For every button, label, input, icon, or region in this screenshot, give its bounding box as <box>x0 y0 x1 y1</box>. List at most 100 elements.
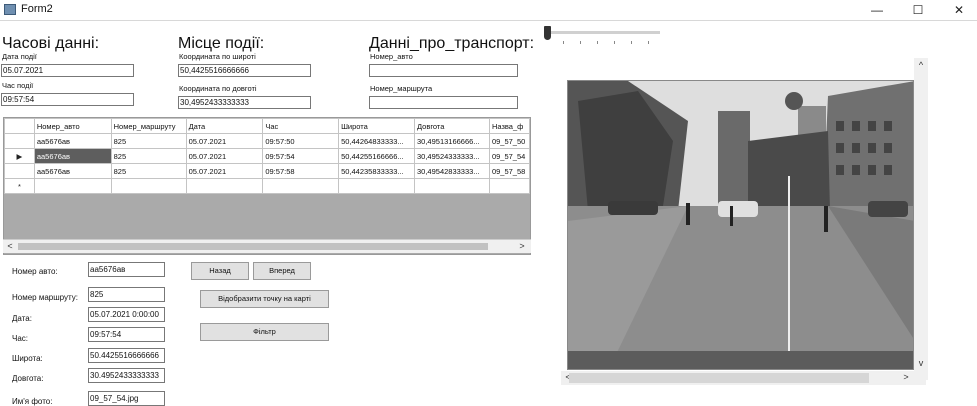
car-number-input[interactable] <box>369 64 518 77</box>
route-detail-label: Номер маршруту: <box>12 293 78 302</box>
event-time-input[interactable]: 09:57:54 <box>1 93 134 106</box>
table-cell[interactable] <box>185 178 264 194</box>
minimize-button[interactable]: — <box>862 0 892 20</box>
photo-slider-track[interactable] <box>550 31 660 34</box>
table-cell[interactable] <box>110 178 187 194</box>
new-row-marker[interactable]: * <box>4 178 35 194</box>
slider-tick <box>648 41 649 44</box>
form-icon <box>4 4 16 15</box>
table-cell[interactable]: 09:57:58 <box>262 163 340 179</box>
table-cell[interactable]: 825 <box>110 148 187 164</box>
scroll-up-icon[interactable]: ^ <box>914 60 928 70</box>
table-cell[interactable]: 09_57_50 <box>488 133 530 149</box>
table-cell[interactable]: 825 <box>110 163 187 179</box>
records-grid[interactable]: Номер_авто Номер_маршруту Дата Час Широт… <box>3 117 531 255</box>
scroll-left-icon[interactable]: < <box>3 241 17 251</box>
table-cell[interactable]: 05.07.2021 <box>185 148 264 164</box>
close-button[interactable]: ✕ <box>944 0 974 20</box>
forward-button[interactable]: Вперед <box>253 262 311 280</box>
column-header[interactable]: Широта <box>338 118 415 134</box>
table-row[interactable]: аа5676ав 825 05.07.2021 09:57:58 50,4423… <box>4 163 530 179</box>
photo-name-detail-label: Им'я фото: <box>12 397 53 406</box>
column-header[interactable]: Номер_авто <box>33 118 112 134</box>
grid-scroll-thumb[interactable] <box>18 243 488 250</box>
table-row[interactable]: аа5676ав 825 05.07.2021 09:57:50 50,4426… <box>4 133 530 149</box>
slider-tick <box>580 41 581 44</box>
records-table: Номер_авто Номер_маршруту Дата Час Широт… <box>4 118 530 194</box>
table-cell[interactable] <box>488 178 530 194</box>
latitude-input[interactable]: 50,4425516666666 <box>178 64 311 77</box>
window-title: Form2 <box>21 3 53 15</box>
table-cell[interactable]: 30,49524333333... <box>414 148 490 164</box>
table-cell[interactable]: 50,44235833333... <box>338 163 415 179</box>
table-cell[interactable]: аа5676ав <box>33 133 112 149</box>
photo-scroll-thumb[interactable] <box>569 373 869 383</box>
row-header[interactable] <box>4 163 35 179</box>
maximize-button[interactable]: ☐ <box>903 0 933 20</box>
latitude-detail-input[interactable]: 50.4425516666666 <box>88 348 165 363</box>
event-date-input[interactable]: 05.07.2021 <box>1 64 134 77</box>
table-cell[interactable]: 05.07.2021 <box>185 163 264 179</box>
table-cell[interactable] <box>33 178 112 194</box>
grid-horizontal-scrollbar[interactable]: < > <box>3 239 531 253</box>
table-cell[interactable]: 50,44255166666... <box>338 148 415 164</box>
longitude-label: Координата по довготі <box>179 84 257 93</box>
filter-button[interactable]: Фільтр <box>200 323 329 341</box>
street-photo <box>567 80 914 370</box>
column-header[interactable]: Назва_ф <box>488 118 530 134</box>
date-detail-input[interactable]: 05.07.2021 0:00:00 <box>88 307 165 322</box>
back-button[interactable]: Назад <box>191 262 249 280</box>
photo-horizontal-scrollbar[interactable]: < > <box>561 371 926 385</box>
longitude-input[interactable]: 30,4952433333333 <box>178 96 311 109</box>
slider-tick <box>631 41 632 44</box>
current-row-marker[interactable]: ▶ <box>4 148 35 164</box>
route-number-input[interactable] <box>369 96 518 109</box>
latitude-label: Координата по широті <box>179 52 256 61</box>
column-header[interactable]: Номер_маршруту <box>110 118 187 134</box>
photo-name-detail-input[interactable]: 09_57_54.jpg <box>88 391 165 406</box>
slider-tick <box>563 41 564 44</box>
car-number-detail-input[interactable]: аа5676ав <box>88 262 165 277</box>
route-number-label: Номер_маршрута <box>370 84 433 93</box>
table-cell[interactable]: аа5676ав <box>33 163 112 179</box>
table-row-selected[interactable]: ▶ аа5676ав 825 05.07.2021 09:57:54 50,44… <box>4 148 530 164</box>
scroll-right-icon[interactable]: > <box>515 241 529 251</box>
table-cell[interactable]: 09:57:54 <box>262 148 340 164</box>
column-header[interactable]: Дата <box>185 118 264 134</box>
photo-slider-thumb[interactable] <box>544 26 551 40</box>
scroll-right-icon[interactable]: > <box>899 372 913 382</box>
street-photo-image <box>568 81 913 369</box>
grid-header-row: Номер_авто Номер_маршруту Дата Час Широт… <box>4 118 530 134</box>
time-detail-label: Час: <box>12 334 29 343</box>
column-header[interactable]: Довгота <box>414 118 490 134</box>
photo-vertical-scrollbar[interactable]: ^ v <box>914 58 928 380</box>
table-cell[interactable]: аа5676ав <box>33 148 112 164</box>
table-cell[interactable]: 30,49542833333... <box>414 163 490 179</box>
column-header[interactable]: Час <box>262 118 340 134</box>
longitude-detail-label: Довгота: <box>12 374 44 383</box>
table-cell[interactable]: 09:57:50 <box>262 133 340 149</box>
car-number-detail-label: Номер авто: <box>12 267 58 276</box>
date-detail-label: Дата: <box>12 314 32 323</box>
table-cell[interactable]: 09_57_54 <box>488 148 530 164</box>
table-cell[interactable]: 50,44264833333... <box>338 133 415 149</box>
event-date-label: Дата події <box>2 52 37 61</box>
table-cell[interactable]: 30,49513166666... <box>414 133 490 149</box>
new-row[interactable]: * <box>4 178 530 194</box>
show-on-map-button[interactable]: Відобразити точку на карті <box>200 290 329 308</box>
longitude-detail-input[interactable]: 30.4952433333333 <box>88 368 165 383</box>
row-header-corner <box>4 118 35 134</box>
title-bar <box>0 0 977 21</box>
row-header[interactable] <box>4 133 35 149</box>
time-group-heading: Часові данні: <box>2 35 100 52</box>
table-cell[interactable] <box>414 178 490 194</box>
scroll-down-icon[interactable]: v <box>914 358 928 368</box>
slider-tick <box>614 41 615 44</box>
table-cell[interactable] <box>262 178 340 194</box>
table-cell[interactable]: 05.07.2021 <box>185 133 264 149</box>
time-detail-input[interactable]: 09:57:54 <box>88 327 165 342</box>
table-cell[interactable] <box>338 178 415 194</box>
table-cell[interactable]: 825 <box>110 133 187 149</box>
route-detail-input[interactable]: 825 <box>88 287 165 302</box>
table-cell[interactable]: 09_57_58 <box>488 163 530 179</box>
